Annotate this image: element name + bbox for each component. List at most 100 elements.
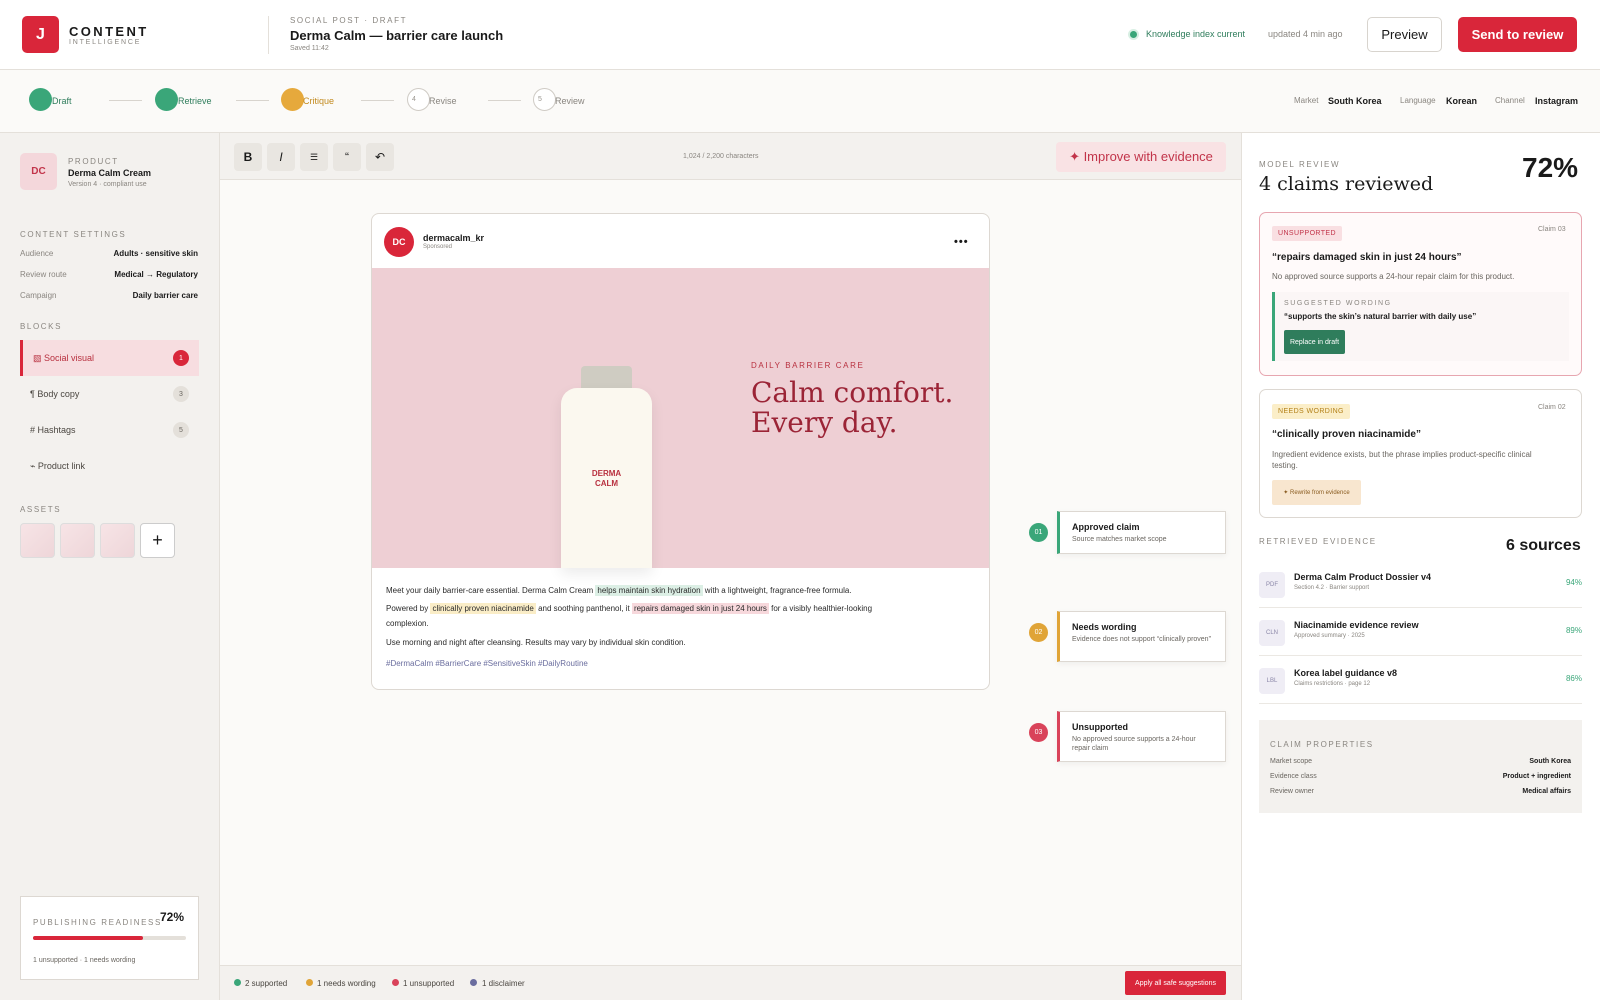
asset-thumbnail[interactable] [60,523,95,558]
asset-thumbnail[interactable] [20,523,55,558]
apply-all-suggestions-button[interactable]: Apply all safe suggestions [1125,971,1226,995]
note-unsupported[interactable]: Unsupported No approved source supports … [1057,711,1226,762]
evidence-source-item[interactable]: PDF Derma Calm Product Dossier v4 Sectio… [1259,560,1582,608]
claim-quote: “repairs damaged skin in just 24 hours” [1272,252,1462,263]
note-title: Approved claim [1072,522,1140,532]
unsupported-count: 1 unsupported [403,979,455,988]
list-button[interactable]: ☰ [300,143,328,171]
note-needs-wording[interactable]: Needs wording Evidence does not support … [1057,611,1226,662]
replace-in-draft-button[interactable]: Replace in draft [1284,330,1345,354]
setting-audience-value[interactable]: Adults · sensitive skin [114,249,198,258]
block-social-visual[interactable]: ▧ Social visual 1 [20,340,199,376]
source-match: 94% [1565,578,1582,587]
source-subtitle: Section 4.2 · Barrier support [1294,585,1370,591]
app-logo[interactable]: J [22,16,59,53]
post-paragraph-1[interactable]: Meet your daily barrier-care essential. … [386,583,852,598]
step-label-review[interactable]: Review [555,96,585,106]
setting-route-value[interactable]: Medical → Regulatory [114,270,198,279]
visual-kicker: DAILY BARRIER CARE [751,361,865,370]
needs-wording-count: 1 needs wording [317,979,376,988]
claim-highlight-needs-wording[interactable]: clinically proven niacinamide [430,603,536,614]
character-count: 1,024 / 2,200 characters [683,153,759,160]
note-desc: No approved source supports a 24-hour re… [1072,736,1196,752]
brand-subtitle: INTELLIGENCE [69,39,142,46]
step-circle-review[interactable]: 5 [533,88,556,111]
property-value: South Korea [1529,758,1571,765]
preview-button[interactable]: Preview [1367,17,1442,52]
bold-button[interactable]: B [234,143,262,171]
pdf-icon: PDF [1259,572,1285,598]
saved-status: Saved 11:42 [290,45,329,52]
product-name[interactable]: Derma Calm Cream [68,168,151,178]
channel-label: Channel [1495,96,1525,105]
step-circle-critique[interactable] [281,88,304,111]
block-body-copy[interactable]: ¶ Body copy 3 [20,376,199,412]
add-asset-button[interactable]: + [140,523,175,558]
step-label-draft[interactable]: Draft [52,96,72,106]
setting-audience-label: Audience [20,249,54,258]
clinical-icon: CLN [1259,620,1285,646]
step-circle-retrieve[interactable] [155,88,178,111]
claim-description-cont: testing. [1272,461,1298,470]
property-label: Market scope [1270,758,1313,765]
note-approved-claim[interactable]: Approved claim Source matches market sco… [1057,511,1226,554]
note-title: Needs wording [1072,622,1137,632]
step-connector [488,100,521,101]
account-avatar: DC [384,227,414,257]
wording-dot-icon [306,979,313,986]
step-label-revise[interactable]: Revise [429,96,457,106]
post-paragraph-3[interactable]: Use morning and night after cleansing. R… [386,635,686,650]
block-count-badge: 3 [173,386,189,402]
supported-dot-icon [234,979,241,986]
claim-id: Claim 03 [1538,226,1566,233]
source-subtitle: Approved summary · 2025 [1294,633,1365,639]
evidence-count: 6 sources [1506,537,1581,554]
app-header [0,0,1600,70]
note-number: 03 [1029,723,1048,742]
property-value: Product + ingredient [1502,773,1571,780]
knowledge-status: Knowledge index current [1146,29,1246,39]
property-value: Medical affairs [1522,788,1571,795]
send-to-review-button[interactable]: Send to review [1458,17,1577,52]
rewrite-from-evidence-button[interactable]: ✦ Rewrite from evidence [1272,480,1361,505]
status-dot-icon [1128,29,1139,40]
post-paragraph-2-cont[interactable]: complexion. [386,616,429,631]
improve-with-evidence-button[interactable]: ✦ Improve with evidence [1056,142,1226,172]
content-settings-caption: CONTENT SETTINGS [20,230,127,239]
suggested-wording: “supports the skin’s natural barrier wit… [1284,312,1477,321]
block-hashtags[interactable]: # Hashtags 5 [20,412,199,448]
more-options-icon[interactable]: ••• [954,236,969,248]
evidence-source-item[interactable]: LBL Korea label guidance v8 Claims restr… [1259,656,1582,704]
block-label: ▧ Social visual [33,352,95,363]
doc-type: SOCIAL POST · DRAFT [290,16,408,25]
disclaimer-count: 1 disclaimer [482,979,525,988]
undo-button[interactable]: ↶ [366,143,394,171]
product-version: Version 4 · compliant use [68,181,147,188]
quote-button[interactable]: “ [333,143,361,171]
supported-count: 2 supported [245,979,288,988]
channel-value[interactable]: Instagram [1535,96,1578,106]
readiness-caption: PUBLISHING READINESS [33,918,162,927]
claim-description: No approved source supports a 24-hour re… [1272,272,1515,281]
asset-thumbnail[interactable] [100,523,135,558]
italic-button[interactable]: I [267,143,295,171]
block-product-link[interactable]: ⌁ Product link [20,448,199,484]
post-paragraph-2[interactable]: Powered by clinically proven niacinamide… [386,601,872,616]
claim-highlight-approved[interactable]: helps maintain skin hydration [595,585,703,596]
evidence-source-item[interactable]: CLN Niacinamide evidence review Approved… [1259,608,1582,656]
step-label-critique[interactable]: Critique [303,96,334,106]
model-review-caption: MODEL REVIEW [1259,160,1341,169]
doc-title[interactable]: Derma Calm — barrier care launch [290,28,503,43]
step-circle-draft[interactable] [29,88,52,111]
market-value[interactable]: South Korea [1328,96,1382,106]
account-name: dermacalm_kr [423,233,485,243]
retrieved-evidence-caption: RETRIEVED EVIDENCE [1259,537,1377,546]
step-circle-revise[interactable]: 4 [407,88,430,111]
language-value[interactable]: Korean [1446,96,1477,106]
post-hashtags[interactable]: #DermaCalm #BarrierCare #SensitiveSkin #… [386,659,588,668]
setting-route-label: Review route [20,270,67,279]
step-label-retrieve[interactable]: Retrieve [178,96,212,106]
status-badge-needs-wording: NEEDS WORDING [1272,404,1350,419]
setting-campaign-value[interactable]: Daily barrier care [133,291,198,300]
claim-highlight-unsupported[interactable]: repairs damaged skin in just 24 hours [631,603,769,614]
